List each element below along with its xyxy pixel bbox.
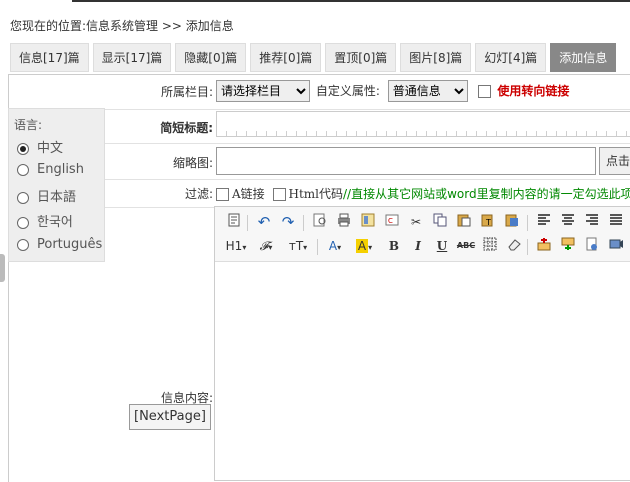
heading-dropdown[interactable]: H1▾ <box>223 237 249 255</box>
language-option-ja[interactable]: 日本語 <box>17 186 76 205</box>
editor-toolbar: ↶ ↷ C ✂ T H1▾ 𝓕▾ тT▾ A▾ A ▾ B I U ABC <box>215 207 630 262</box>
align-justify-icon[interactable] <box>607 213 625 231</box>
align-center-icon[interactable] <box>559 213 577 231</box>
breadcrumb-label: 您现在的位置: <box>10 19 87 33</box>
language-option-pt[interactable]: Português <box>17 237 102 252</box>
filter-hint: //直接从其它网站或word里复制内容的请一定勾选此项 <box>343 187 630 201</box>
language-option-zh[interactable]: 中文 <box>17 137 63 156</box>
nextpage-button[interactable]: [NextPage] <box>129 404 211 430</box>
radio-icon[interactable] <box>17 191 29 204</box>
font-family-dropdown[interactable]: 𝓕▾ <box>255 237 277 255</box>
thumb-input[interactable] <box>216 147 596 175</box>
insert-row-below-icon[interactable] <box>559 237 577 255</box>
language-option-en[interactable]: English <box>17 162 84 177</box>
paste-icon[interactable] <box>455 213 473 231</box>
strikethrough-button[interactable]: ABC <box>455 237 477 255</box>
category-field: 请选择栏目 自定义属性: 普通信息 使用转向链接 <box>216 80 569 102</box>
font-size-dropdown[interactable]: тT▾ <box>285 237 311 255</box>
bold-button[interactable]: B <box>385 237 403 255</box>
italic-button[interactable]: I <box>409 237 427 255</box>
category-select[interactable]: 请选择栏目 <box>216 80 310 102</box>
thumb-label: 缩略图: <box>172 156 213 170</box>
tab-images[interactable]: 图片[8]篇 <box>400 43 472 72</box>
redirect-label: 使用转向链接 <box>497 84 570 98</box>
radio-icon[interactable] <box>17 163 29 176</box>
filter-html-label: Html代码 <box>288 187 344 201</box>
side-collapse-handle[interactable] <box>0 254 5 282</box>
print-icon[interactable] <box>335 213 353 231</box>
language-heading: 语言: <box>14 118 43 132</box>
toolbar-separator <box>527 239 528 255</box>
top-rule <box>72 0 630 2</box>
align-left-icon[interactable] <box>535 213 553 231</box>
source-icon[interactable] <box>225 213 243 231</box>
svg-text:C: C <box>388 217 393 225</box>
title-input[interactable] <box>216 111 630 137</box>
media-icon[interactable] <box>607 237 625 255</box>
title-label: 简短标题: <box>160 121 213 135</box>
language-option-ko[interactable]: 한국어 <box>17 211 73 230</box>
language-panel: 语言: 中文 English 日本語 한국어 Português <box>8 108 105 262</box>
radio-icon[interactable] <box>17 216 29 229</box>
toolbar-separator <box>527 215 528 231</box>
redo-icon[interactable]: ↷ <box>279 213 297 231</box>
toolbar-separator <box>247 215 248 231</box>
undo-icon[interactable]: ↶ <box>255 213 273 231</box>
redirect-checkbox[interactable] <box>477 85 491 98</box>
align-right-icon[interactable] <box>583 213 601 231</box>
custom-attr-select[interactable]: 普通信息 <box>387 80 468 102</box>
tab-add-info[interactable]: 添加信息 <box>550 43 617 72</box>
insert-row-above-icon[interactable] <box>535 237 553 255</box>
tab-hidden[interactable]: 隐藏[0]篇 <box>175 43 247 72</box>
copy-icon[interactable] <box>431 213 449 231</box>
svg-text:T: T <box>485 218 491 227</box>
tab-slides[interactable]: 幻灯[4]篇 <box>475 43 547 72</box>
cut-icon[interactable]: ✂ <box>407 213 425 231</box>
rich-text-editor: ↶ ↷ C ✂ T H1▾ 𝓕▾ тT▾ A▾ A ▾ B I U ABC <box>214 206 630 481</box>
link-icon[interactable] <box>583 237 601 255</box>
template-icon[interactable] <box>359 213 377 231</box>
tab-bar: 信息[17]篇 显示[17]篇 隐藏[0]篇 推荐[0]篇 置顶[0]篇 图片[… <box>10 43 620 73</box>
tab-pinned[interactable]: 置顶[0]篇 <box>325 43 397 72</box>
filter-label: 过滤: <box>184 187 213 201</box>
highlight-button[interactable]: A ▾ <box>353 237 375 255</box>
font-color-button[interactable]: A▾ <box>325 237 345 255</box>
breadcrumb-path: 信息系统管理 >> 添加信息 <box>86 19 234 33</box>
tab-visible[interactable]: 显示[17]篇 <box>92 43 172 72</box>
paste-word-icon[interactable]: C <box>383 213 401 231</box>
paste-text-icon[interactable]: T <box>479 213 497 231</box>
table-icon[interactable] <box>481 237 499 255</box>
radio-icon[interactable] <box>17 142 29 155</box>
custom-attr-label: 自定义属性: <box>315 84 380 98</box>
filter-field: A链接 Html代码//直接从其它网站或word里复制内容的请一定勾选此项 <box>216 185 630 202</box>
toolbar-separator <box>317 239 318 255</box>
filter-a-checkbox[interactable] <box>216 188 229 201</box>
eraser-icon[interactable] <box>505 237 523 255</box>
category-row: 所属栏目: 请选择栏目 自定义属性: 普通信息 使用转向链接 <box>9 75 630 110</box>
tab-all[interactable]: 信息[17]篇 <box>10 43 89 72</box>
toolbar-separator <box>303 215 304 231</box>
tab-recommended[interactable]: 推荐[0]篇 <box>250 43 322 72</box>
paste-plain-icon[interactable] <box>503 213 521 231</box>
radio-icon[interactable] <box>17 238 29 251</box>
breadcrumb: 您现在的位置:信息系统管理 >> 添加信息 <box>10 17 234 34</box>
category-label: 所属栏目: <box>160 85 213 99</box>
editor-content-area[interactable] <box>215 261 630 482</box>
underline-button[interactable]: U <box>433 237 451 255</box>
preview-icon[interactable] <box>311 213 329 231</box>
filter-html-checkbox[interactable] <box>272 188 286 201</box>
thumb-upload-button[interactable]: 点击 <box>599 147 630 175</box>
filter-a-label: A链接 <box>232 187 265 201</box>
